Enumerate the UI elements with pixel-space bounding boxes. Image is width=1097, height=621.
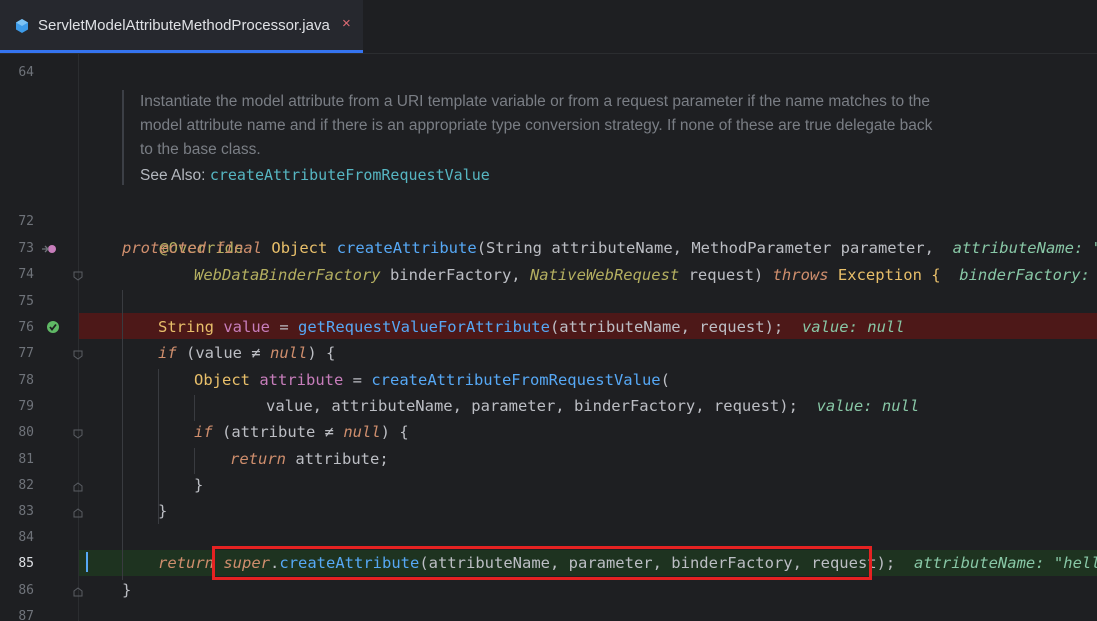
text-caret	[86, 552, 88, 572]
brace: }	[122, 581, 132, 599]
checkmark-breakpoint-icon[interactable]	[46, 320, 60, 334]
brace: ) {	[307, 344, 336, 362]
line-number: 77	[18, 346, 34, 361]
code-line-80: if (attribute ≠ null) {	[194, 419, 409, 445]
method-call[interactable]: getRequestValueForAttribute	[298, 318, 550, 336]
indent-guide	[194, 395, 195, 421]
line-number: 78	[18, 373, 34, 388]
fold-icon[interactable]	[73, 271, 83, 281]
see-also-link[interactable]: createAttributeFromRequestValue	[210, 166, 490, 184]
variable: value	[214, 318, 270, 336]
operator: =	[270, 318, 298, 336]
value: attribute;	[286, 450, 389, 468]
line-number: 81	[18, 452, 34, 467]
code-line-74: WebDataBinderFactory binderFactory, Nati…	[194, 262, 1097, 288]
type: Object	[194, 371, 250, 389]
operator: =	[343, 371, 372, 389]
inline-debug-value: value: null	[816, 397, 920, 415]
brace: ) {	[380, 423, 409, 441]
line-number: 86	[18, 583, 34, 598]
code-line-73: protected final Object createAttribute(S…	[122, 235, 1097, 261]
highlight-annotation-box	[212, 546, 872, 580]
inline-debug-value: binderFactory: ServletRequestDataBinderF…	[959, 266, 1090, 284]
line-number: 74	[18, 267, 34, 282]
condition: (attribute ≠	[212, 423, 344, 441]
line-number: 73	[18, 241, 34, 256]
keyword: if	[158, 344, 177, 362]
param: binderFactory,	[380, 266, 530, 284]
fold-icon[interactable]	[73, 482, 83, 492]
tab-label: ServletModelAttributeMethodProcessor.jav…	[38, 17, 330, 34]
keyword: null	[270, 344, 308, 362]
code-line-72: @Override	[122, 209, 243, 257]
param: request)	[679, 266, 773, 284]
code-line-78: Object attribute = createAttributeFromRe…	[194, 367, 670, 393]
see-also-label: See Also:	[140, 167, 206, 184]
type: WebDataBinderFactory	[194, 266, 381, 284]
brace: }	[194, 476, 204, 494]
line-number: 82	[18, 478, 34, 493]
line-number: 79	[18, 399, 34, 414]
keyword: return	[230, 450, 286, 468]
indent-guide	[122, 290, 123, 580]
fold-icon[interactable]	[73, 508, 83, 518]
keyword: throws	[772, 266, 829, 284]
line-number-current: 85	[18, 556, 34, 571]
type: Object	[271, 239, 328, 257]
paren: (	[660, 371, 670, 389]
keyword: protected	[122, 239, 206, 257]
code-line-76: String value = getRequestValueForAttribu…	[158, 314, 905, 340]
line-number: 76	[18, 320, 34, 335]
condition: (value ≠	[176, 344, 270, 362]
close-icon[interactable]: ×	[342, 15, 351, 32]
inline-debug-value: attributeName: "hello"	[952, 239, 1097, 257]
line-number: 87	[18, 609, 34, 621]
args: value, attributeName, parameter, binderF…	[266, 397, 798, 415]
code-editor[interactable]: 64 72 73 74 75 76 77 78 79 80 81 82 83 8…	[0, 54, 1097, 621]
exception: Exception {	[828, 266, 941, 284]
code-line-79: value, attributeName, parameter, binderF…	[266, 393, 919, 419]
code-line-86: }	[122, 577, 131, 603]
code-line-81: return attribute;	[230, 446, 389, 472]
line-number: 64	[18, 65, 34, 80]
args: (attributeName, request);	[549, 318, 784, 336]
java-class-icon	[16, 19, 28, 33]
type: String	[158, 318, 214, 336]
inline-debug-value: attributeName: "hello"	[913, 554, 1097, 572]
tab-servlet-model-attribute-method-processor[interactable]: ServletModelAttributeMethodProcessor.jav…	[0, 0, 363, 53]
line-number: 80	[18, 425, 34, 440]
brace: }	[158, 502, 168, 520]
javadoc-block: Instantiate the model attribute from a U…	[122, 90, 940, 185]
variable: attribute	[250, 371, 344, 389]
code-line-77: if (value ≠ null) {	[158, 340, 335, 366]
line-number: 75	[18, 294, 34, 309]
override-marker-icon[interactable]	[40, 242, 58, 256]
params: (String attributeName, MethodParameter p…	[476, 239, 934, 257]
code-line-83: }	[158, 498, 167, 524]
editor-tab-bar: ServletModelAttributeMethodProcessor.jav…	[0, 0, 1097, 54]
line-number: 83	[18, 504, 34, 519]
fold-icon[interactable]	[73, 350, 83, 360]
fold-icon[interactable]	[73, 429, 83, 439]
see-also: See Also: createAttributeFromRequestValu…	[140, 166, 940, 185]
keyword: return	[158, 554, 214, 572]
keyword: null	[343, 423, 381, 441]
type: NativeWebRequest	[529, 266, 680, 284]
method-name[interactable]: createAttribute	[337, 239, 477, 257]
method-call[interactable]: createAttributeFromRequestValue	[371, 371, 660, 389]
keyword: final	[215, 239, 263, 257]
code-line-82: }	[194, 472, 203, 498]
line-number: 72	[18, 214, 34, 229]
line-number: 84	[18, 530, 34, 545]
indent-guide	[194, 448, 195, 474]
fold-icon[interactable]	[73, 587, 83, 597]
keyword: if	[194, 423, 213, 441]
inline-debug-value: value: null	[801, 318, 905, 336]
javadoc-text: Instantiate the model attribute from a U…	[140, 93, 933, 158]
